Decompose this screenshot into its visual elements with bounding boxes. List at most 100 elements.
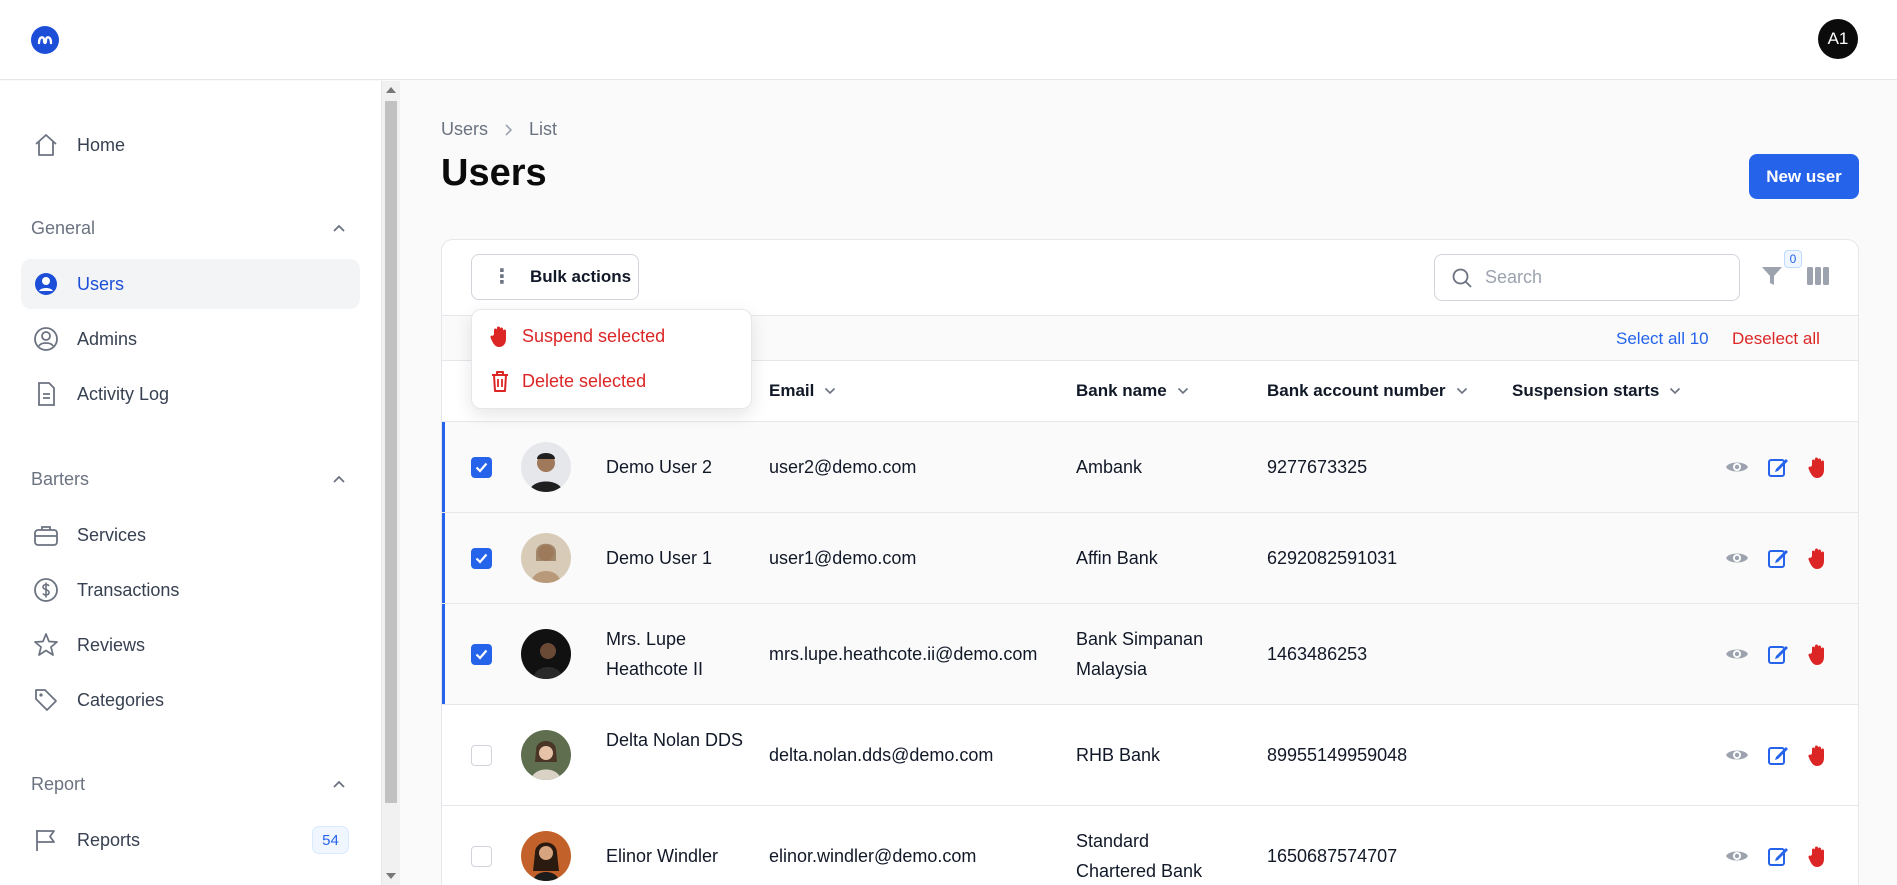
- edit-icon[interactable]: [1767, 643, 1789, 665]
- row-checkbox[interactable]: [471, 846, 492, 867]
- table-row[interactable]: Demo User 2 user2@demo.com Ambank 927767…: [442, 422, 1858, 513]
- eye-icon[interactable]: [1725, 642, 1749, 666]
- trash-icon: [492, 371, 508, 392]
- columns-icon[interactable]: [1806, 266, 1830, 286]
- table-row[interactable]: Mrs. Lupe Heathcote II mrs.lupe.heathcot…: [442, 604, 1858, 705]
- chevron-right-icon: [505, 123, 513, 136]
- sidebar-group-general[interactable]: General: [31, 218, 346, 239]
- edit-icon[interactable]: [1767, 456, 1789, 478]
- row-checkbox[interactable]: [471, 644, 492, 665]
- user-email: mrs.lupe.heathcote.ii@demo.com: [769, 644, 1038, 664]
- user-bank: Affin Bank: [1076, 548, 1158, 568]
- delete-selected-menu-item[interactable]: Delete selected: [489, 369, 646, 393]
- row-checkbox[interactable]: [471, 548, 492, 569]
- hand-stop-icon[interactable]: [1807, 642, 1829, 666]
- user-avatar[interactable]: A1: [1818, 19, 1858, 59]
- more-vertical-icon: ⋮: [492, 266, 512, 288]
- sidebar-group-barters[interactable]: Barters: [31, 469, 346, 490]
- row-checkbox[interactable]: [471, 457, 492, 478]
- column-header-suspension-starts[interactable]: Suspension starts: [1512, 381, 1681, 401]
- sidebar-scrollbar[interactable]: [382, 81, 400, 885]
- table-row[interactable]: Elinor Windler elinor.windler@demo.com S…: [442, 806, 1858, 885]
- sidebar-item-users[interactable]: Users: [21, 259, 360, 309]
- avatar: [521, 629, 571, 679]
- user-circle-outline-icon: [34, 327, 58, 351]
- user-name: Demo User 2: [606, 457, 713, 477]
- user-email: user1@demo.com: [769, 548, 917, 568]
- sidebar-item-label: Users: [77, 273, 125, 294]
- hand-stop-icon[interactable]: [1807, 455, 1829, 479]
- user-name: Elinor Windler: [606, 846, 719, 866]
- edit-icon[interactable]: [1767, 845, 1789, 867]
- column-label: Suspension starts: [1512, 381, 1660, 400]
- row-actions: [1725, 743, 1829, 767]
- scroll-up-arrow[interactable]: [386, 87, 396, 93]
- sidebar-item-reports[interactable]: Reports 54: [21, 815, 360, 865]
- bulk-actions-button[interactable]: ⋮ Bulk actions: [471, 254, 639, 300]
- column-header-bank-account-number[interactable]: Bank account number: [1267, 381, 1468, 401]
- hand-stop-icon[interactable]: [1807, 743, 1829, 767]
- deselect-all-link[interactable]: Deselect all: [1732, 329, 1820, 349]
- filter-icon[interactable]: [1760, 264, 1784, 288]
- selected-row-marker: [442, 604, 445, 704]
- hand-stop-icon[interactable]: [1807, 546, 1829, 570]
- table-row[interactable]: Demo User 1 user1@demo.com Affin Bank 62…: [442, 513, 1858, 604]
- eye-icon[interactable]: [1725, 743, 1749, 767]
- column-header-email[interactable]: Email: [769, 381, 836, 401]
- edit-icon[interactable]: [1767, 744, 1789, 766]
- breadcrumb-users-link[interactable]: Users: [441, 119, 488, 140]
- sidebar-item-label: Admins: [77, 328, 138, 349]
- chevron-down-icon: [1456, 387, 1467, 395]
- select-all-link[interactable]: Select all 10: [1616, 329, 1709, 349]
- check-icon: [475, 649, 488, 660]
- row-actions: [1725, 642, 1829, 666]
- column-header-bank-name[interactable]: Bank name: [1076, 381, 1189, 401]
- user-account: 1463486253: [1267, 644, 1368, 664]
- sidebar: Home General Users Admins Activity Log B…: [0, 81, 382, 885]
- eye-icon[interactable]: [1725, 844, 1749, 868]
- user-circle-icon: [35, 273, 57, 295]
- dollar-circle-icon: [34, 578, 58, 602]
- row-checkbox[interactable]: [471, 745, 492, 766]
- chevron-down-icon: [825, 387, 836, 395]
- sidebar-group-report[interactable]: Report: [31, 774, 346, 795]
- flag-icon: [36, 830, 55, 851]
- user-account: 6292082591031: [1267, 548, 1398, 568]
- eye-icon[interactable]: [1725, 455, 1749, 479]
- eye-icon[interactable]: [1725, 546, 1749, 570]
- sidebar-item-label: Reviews: [77, 634, 146, 655]
- app-logo-icon[interactable]: [31, 26, 59, 54]
- row-actions: [1725, 844, 1829, 868]
- selected-row-marker: [442, 422, 445, 512]
- sidebar-group-label: Report: [31, 774, 86, 794]
- suspend-selected-menu-item[interactable]: Suspend selected: [489, 324, 665, 348]
- edit-icon[interactable]: [1767, 547, 1789, 569]
- sidebar-item-reviews[interactable]: Reviews: [21, 620, 360, 670]
- briefcase-icon: [34, 526, 58, 546]
- user-email: delta.nolan.dds@demo.com: [769, 745, 994, 765]
- sidebar-item-admins[interactable]: Admins: [21, 314, 360, 364]
- scrollbar-thumb[interactable]: [385, 101, 397, 803]
- hand-stop-icon[interactable]: [1807, 844, 1829, 868]
- chevron-up-icon: [333, 475, 345, 483]
- selected-row-marker: [442, 513, 445, 603]
- filter-count-badge: 0: [1784, 250, 1802, 268]
- user-account: 89955149959048: [1267, 745, 1408, 765]
- sidebar-item-activity-log[interactable]: Activity Log: [21, 369, 360, 419]
- scroll-down-arrow[interactable]: [386, 873, 396, 879]
- sidebar-group-label: Barters: [31, 469, 90, 489]
- home-icon: [35, 134, 57, 156]
- sidebar-item-transactions[interactable]: Transactions: [21, 565, 360, 615]
- new-user-button[interactable]: New user: [1749, 154, 1859, 199]
- table-row[interactable]: Delta Nolan DDS delta.nolan.dds@demo.com…: [442, 705, 1858, 806]
- search-input[interactable]: Search: [1434, 254, 1740, 301]
- sidebar-item-services[interactable]: Services: [21, 510, 360, 560]
- sidebar-item-label: Home: [77, 134, 126, 155]
- user-account: 9277673325: [1267, 457, 1368, 477]
- chevron-down-icon: [1177, 387, 1188, 395]
- avatar: [521, 831, 571, 881]
- column-label: Bank name: [1076, 381, 1167, 400]
- sidebar-item-home[interactable]: Home: [21, 120, 360, 170]
- bulk-actions-menu: Suspend selected Delete selected: [471, 309, 752, 409]
- sidebar-item-categories[interactable]: Categories: [21, 675, 360, 725]
